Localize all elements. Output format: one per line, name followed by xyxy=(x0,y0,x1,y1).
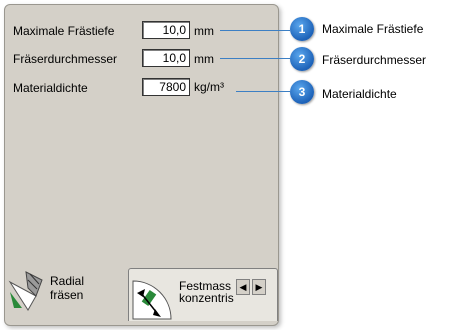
callout-text-3: Materialdichte xyxy=(322,87,397,101)
callout-line-3 xyxy=(236,91,290,92)
unit-material-density: kg/m³ xyxy=(194,80,224,94)
callout-badge-2: 2 xyxy=(290,47,314,71)
callout-line-2 xyxy=(220,58,290,59)
tab-radial-line1: Radial xyxy=(50,274,85,288)
tab-fixed-concentric[interactable]: Festmass konzentris ◀ ▶ xyxy=(128,268,278,321)
label-material-density: Materialdichte xyxy=(13,81,88,95)
label-max-depth: Maximale Frästiefe xyxy=(13,24,115,38)
callout-text-1: Maximale Frästiefe xyxy=(322,22,424,36)
callout-line-1 xyxy=(220,30,290,31)
cutter-diameter-input[interactable]: 10,0 xyxy=(142,49,190,67)
tab-festmass-line2: konzentris xyxy=(179,291,234,305)
concentric-milling-icon xyxy=(132,280,172,320)
callout-text-2: Fräserdurchmesser xyxy=(322,53,427,67)
max-depth-input[interactable]: 10,0 xyxy=(142,21,190,39)
callout-badge-1: 1 xyxy=(290,17,314,41)
callout-badge-3: 3 xyxy=(290,80,314,104)
radial-milling-icon xyxy=(8,271,43,311)
tab-scroll-left-button[interactable]: ◀ xyxy=(236,279,250,295)
tab-radial-line2: fräsen xyxy=(50,288,84,302)
unit-cutter-diameter: mm xyxy=(194,52,214,66)
unit-max-depth: mm xyxy=(194,24,214,38)
tab-scroll-right-button[interactable]: ▶ xyxy=(252,279,266,295)
tab-radial-milling[interactable]: Radial fräsen xyxy=(4,268,124,320)
material-density-input[interactable]: 7800 xyxy=(142,78,190,96)
label-cutter-diameter: Fräserdurchmesser xyxy=(13,52,118,66)
